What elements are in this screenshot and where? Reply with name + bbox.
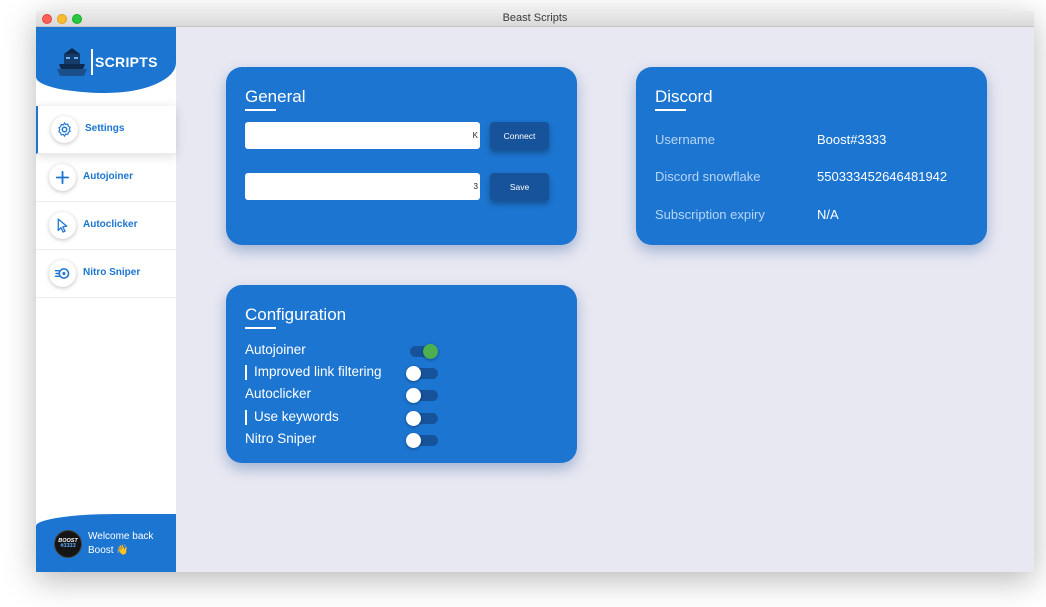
plus-icon	[49, 164, 76, 191]
logo-divider	[91, 49, 93, 75]
subscription-label: Subscription expiry	[655, 207, 765, 222]
config-label: Use keywords	[254, 409, 339, 424]
title-underline	[245, 109, 276, 111]
app-window: Beast Scripts SCRIPTS Settings Autojoine…	[36, 11, 1034, 572]
beast-logo-icon	[57, 48, 87, 76]
delay-input[interactable]	[245, 173, 480, 200]
title-underline	[655, 109, 686, 111]
sidebar: SCRIPTS Settings Autojoiner Autoclicker	[36, 27, 176, 572]
config-row-improved-link-filtering: Improved link filtering	[245, 364, 445, 382]
config-label: Improved link filtering	[254, 364, 382, 379]
sidebar-item-autoclicker[interactable]: Autoclicker	[36, 202, 176, 250]
gear-icon	[51, 116, 78, 143]
avatar-text: BOOST #3333	[58, 538, 78, 549]
subscription-value: N/A	[817, 207, 839, 222]
sidebar-item-label: Settings	[85, 123, 125, 134]
config-row-use-keywords: Use keywords	[245, 409, 445, 427]
sidebar-footer: BOOST #3333 Welcome back Boost 👋	[36, 514, 176, 572]
use-keywords-toggle[interactable]	[406, 411, 438, 426]
sidebar-item-settings[interactable]: Settings	[36, 106, 176, 154]
toggle-knob	[406, 388, 421, 403]
title-bar: Beast Scripts	[36, 11, 1034, 27]
sidebar-item-autojoiner[interactable]: Autojoiner	[36, 154, 176, 202]
nitro-sniper-toggle[interactable]	[406, 433, 438, 448]
connect-button[interactable]: Connect	[490, 122, 549, 150]
sidebar-header: SCRIPTS	[36, 27, 176, 93]
config-label: Autojoiner	[245, 342, 306, 357]
discord-card: Discord Username Boost#3333 Discord snow…	[636, 67, 987, 245]
configuration-card: Configuration Autojoiner Improved link f…	[226, 285, 577, 463]
card-title: General	[245, 87, 306, 106]
cursor-icon	[49, 212, 76, 239]
config-row-nitro-sniper: Nitro Sniper	[245, 431, 445, 449]
sidebar-item-label: Autoclicker	[83, 219, 138, 230]
save-button[interactable]: Save	[490, 173, 549, 201]
snowflake-label: Discord snowflake	[655, 169, 761, 184]
welcome-text: Welcome back	[88, 531, 154, 542]
config-row-autoclicker: Autoclicker	[245, 386, 445, 404]
brand-name: SCRIPTS	[95, 54, 158, 70]
general-card: General Connect Save	[226, 67, 577, 245]
snowflake-value: 550333452646481942	[817, 169, 948, 184]
toggle-knob	[406, 411, 421, 426]
avatar[interactable]: BOOST #3333	[54, 530, 82, 558]
card-title: Configuration	[245, 305, 347, 324]
token-input[interactable]	[245, 122, 480, 149]
user-name: Boost 👋	[88, 545, 129, 556]
autojoiner-toggle[interactable]	[406, 344, 438, 359]
toggle-knob	[423, 344, 438, 359]
config-label: Nitro Sniper	[245, 431, 317, 446]
sidebar-item-label: Nitro Sniper	[83, 267, 141, 278]
sidebar-item-label: Autojoiner	[83, 171, 133, 182]
sidebar-item-nitro-sniper[interactable]: Nitro Sniper	[36, 250, 176, 298]
card-title: Discord	[655, 87, 713, 106]
username-label: Username	[655, 132, 715, 147]
toggle-knob	[406, 366, 421, 381]
title-underline	[245, 327, 276, 329]
autoclicker-toggle[interactable]	[406, 388, 438, 403]
sub-option-marker	[245, 365, 247, 380]
username-value: Boost#3333	[817, 132, 887, 147]
improved-link-filtering-toggle[interactable]	[406, 366, 438, 381]
window-title: Beast Scripts	[502, 12, 568, 24]
nitro-icon	[49, 260, 76, 287]
toggle-knob	[406, 433, 421, 448]
config-row-autojoiner: Autojoiner	[245, 342, 445, 360]
config-label: Autoclicker	[245, 386, 312, 401]
sub-option-marker	[245, 410, 247, 425]
